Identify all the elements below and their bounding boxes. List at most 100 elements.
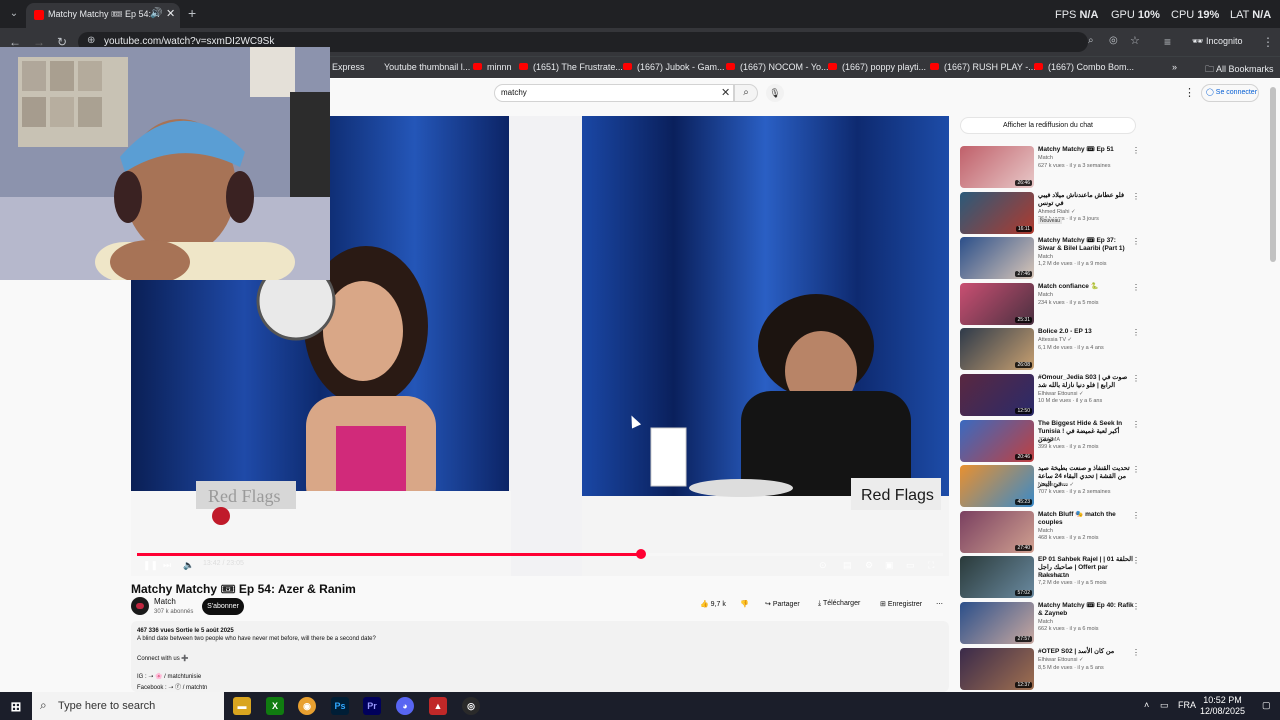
recommended-channel[interactable]: Match [1038, 155, 1053, 161]
recommended-video[interactable]: 26:08 Bolice 2.0 - EP 13 Attessia TV ✓ 6,1 … [960, 328, 1140, 371]
more-options-icon[interactable]: ⋮ [1132, 420, 1140, 429]
miniplayer-icon[interactable]: ▣ [885, 560, 894, 571]
recommended-title[interactable]: Bolice 2.0 - EP 13 [1038, 328, 1134, 336]
more-options-icon[interactable]: ⋮ [1132, 237, 1140, 246]
fullscreen-icon[interactable]: ⛶ [928, 560, 934, 571]
description-instagram[interactable]: IG : ➝ 🌸 / matchtunisie [137, 673, 201, 680]
recommended-title[interactable]: Match confiance 🐍 [1038, 283, 1134, 291]
recommended-title[interactable]: فلو عطاش ماعندناش ميلاد فيبي في تونس [1038, 192, 1134, 208]
chevron-right-icon[interactable]: » [1172, 62, 1177, 72]
obs-icon[interactable]: ◎ [462, 697, 480, 715]
recommended-video[interactable]: 20:46 The Biggest Hide & Seek In Tunisia … [960, 419, 1140, 462]
bookmark-star-icon[interactable]: ☆ [1130, 34, 1140, 47]
like-button[interactable]: 👍 9,7 k [700, 600, 726, 614]
recommended-channel[interactable]: JOUJMA [1038, 437, 1060, 443]
search-query[interactable]: matchy [501, 88, 527, 97]
eye-off-icon[interactable]: ◎ [1109, 35, 1118, 46]
chrome-icon[interactable]: ◉ [298, 697, 316, 715]
more-options-icon[interactable]: ⋮ [1132, 146, 1140, 155]
search-input[interactable]: matchy ✕ [494, 84, 734, 102]
app-icon[interactable]: ▲ [429, 697, 447, 715]
more-options-icon[interactable]: ⋮ [1132, 465, 1140, 474]
video-thumbnail[interactable]: 45:23 [960, 465, 1034, 508]
more-options-icon[interactable]: ⋮ [1132, 192, 1140, 201]
channel-name[interactable]: Match [154, 597, 176, 606]
recommended-title[interactable]: #Omour_Jedia S03 | صوت في الرابع | فلو د… [1038, 374, 1134, 390]
language-indicator[interactable]: FRA [1178, 700, 1196, 710]
notifications-icon[interactable]: ▢ [1262, 700, 1271, 711]
all-bookmarks[interactable]: 🗀 All Bookmarks [1205, 62, 1274, 78]
pause-icon[interactable]: ❚❚ [143, 560, 158, 571]
close-icon[interactable]: ✕ [166, 7, 175, 20]
sign-in-button[interactable]: ◯ Se connecter [1201, 84, 1259, 102]
search-button[interactable]: ⌕ [734, 84, 758, 102]
video-thumbnail[interactable]: 27:40 [960, 510, 1034, 553]
recommended-title[interactable]: Match Bluff 🎭 match the couples [1038, 511, 1134, 527]
taskbar-search-placeholder[interactable]: Type here to search [58, 700, 155, 712]
progress-bar[interactable] [137, 549, 943, 559]
recommended-channel[interactable]: Nesyen Sea ✓ [1038, 482, 1074, 488]
more-options-icon[interactable]: ⋮ [1132, 602, 1140, 611]
next-icon[interactable]: ⏭ [163, 560, 171, 571]
subscribe-button[interactable]: S'abonner [202, 598, 244, 615]
description-facebook[interactable]: Facebook : ➝ ⓕ / matchtn [137, 682, 207, 691]
recommended-channel[interactable]: Attessia TV ✓ [1038, 337, 1072, 343]
recommended-video[interactable]: 16:11 فلو عطاش ماعندناش ميلاد فيبي في تون… [960, 191, 1140, 234]
microphone-icon[interactable]: 🎙 [766, 84, 784, 102]
windows-start-icon[interactable]: ⊞ [7, 698, 25, 716]
recommended-video[interactable]: 45:23 تحديت القنفاذ و صنعت بطيخة صيد من ا… [960, 465, 1140, 508]
settings-icon[interactable]: ⚙ [865, 560, 873, 571]
tab-search-icon[interactable]: ⌄ [6, 6, 22, 22]
xbox-icon[interactable]: X [266, 697, 284, 715]
recommended-channel[interactable]: Ahmed Riahi ✓ [1038, 209, 1076, 215]
theater-mode-icon[interactable]: ▭ [906, 560, 915, 571]
page-scrollbar[interactable] [1270, 87, 1276, 262]
recommended-title[interactable]: Matchy Matchy 🎟 Ep 37: Siwar & Bilel Laa… [1038, 237, 1134, 253]
recommended-channel[interactable]: Elhiwar Ettounsi ✓ [1038, 657, 1084, 663]
autoplay-toggle-icon[interactable]: ⊙ [819, 560, 827, 571]
video-thumbnail[interactable]: 25:31 [960, 282, 1034, 325]
chat-replay-button[interactable]: Afficher la rediffusion du chat [960, 117, 1136, 134]
video-thumbnail[interactable]: 26:46 [960, 146, 1034, 188]
bookmark-item[interactable]: Express [332, 62, 365, 72]
recommended-video[interactable]: 27:57 Matchy Matchy 🎟 Ep 40: Rafik & Zayn… [960, 602, 1140, 644]
video-thumbnail[interactable]: 27:46 [960, 237, 1034, 280]
progress-scrubber[interactable] [635, 549, 646, 559]
share-button[interactable]: ↪ Partager [765, 600, 800, 614]
video-thumbnail[interactable]: 12:37 [960, 647, 1034, 690]
bookmark-item[interactable]: (1667) RUSH PLAY -... [930, 62, 1036, 72]
recommended-channel[interactable]: Match [1038, 619, 1053, 625]
more-options-icon[interactable]: ⋮ [1132, 556, 1140, 565]
network-icon[interactable]: ▭ [1160, 700, 1169, 711]
browser-tab[interactable]: Matchy Matchy 🎟 Ep 54: A 🔊 ✕ [26, 3, 180, 28]
recommended-channel[interactable]: Match [1038, 528, 1053, 534]
zoom-icon[interactable]: ⌕ [1088, 35, 1094, 46]
video-thumbnail[interactable]: 27:57 [960, 602, 1034, 644]
volume-icon[interactable]: 🔈 [183, 560, 194, 571]
bookmark-item[interactable]: (1667) Combo Bom... [1034, 62, 1134, 72]
video-thumbnail[interactable]: 20:46 [960, 419, 1034, 462]
description-box[interactable]: 467 336 vues Sortie le 5 août 2025 A bli… [131, 621, 949, 692]
speaker-icon[interactable]: 🔊 [150, 8, 162, 19]
new-tab-icon[interactable]: + [188, 5, 196, 21]
video-thumbnail[interactable]: 26:08 [960, 328, 1034, 371]
file-explorer-icon[interactable]: ▬ [233, 697, 251, 715]
more-options-icon[interactable]: ⋮ [1132, 374, 1140, 383]
recommended-channel[interactable]: Nessma TV [1038, 573, 1067, 579]
recommended-video[interactable]: 25:31 Match confiance 🐍 Match 234 k vues · … [960, 282, 1140, 325]
recommended-video[interactable]: 27:46 Matchy Matchy 🎟 Ep 37: Siwar & Bile… [960, 237, 1140, 280]
reading-list-icon[interactable]: ≡ [1164, 35, 1171, 49]
video-thumbnail[interactable]: 16:11 [960, 191, 1034, 234]
more-actions-icon[interactable]: ⋯ [936, 600, 943, 614]
more-options-icon[interactable]: ⋮ [1132, 648, 1140, 657]
more-options-icon[interactable]: ⋮ [1132, 511, 1140, 520]
download-button[interactable]: ⤓ Télécharger [818, 600, 860, 614]
recommended-video[interactable]: 12:50 #Omour_Jedia S03 | صوت في الرابع | … [960, 374, 1140, 416]
save-button[interactable]: ⊞ Enregistrer [880, 600, 922, 614]
bookmark-item[interactable]: (1667) poppy playti... [828, 62, 926, 72]
recommended-channel[interactable]: Match [1038, 292, 1053, 298]
discord-icon[interactable]: ◕ [396, 697, 414, 715]
recommended-title[interactable]: Matchy Matchy 🎟 Ep 51 [1038, 146, 1134, 154]
recommended-title[interactable]: Matchy Matchy 🎟 Ep 40: Rafik & Zayneb [1038, 602, 1134, 618]
clear-icon[interactable]: ✕ [721, 86, 730, 99]
